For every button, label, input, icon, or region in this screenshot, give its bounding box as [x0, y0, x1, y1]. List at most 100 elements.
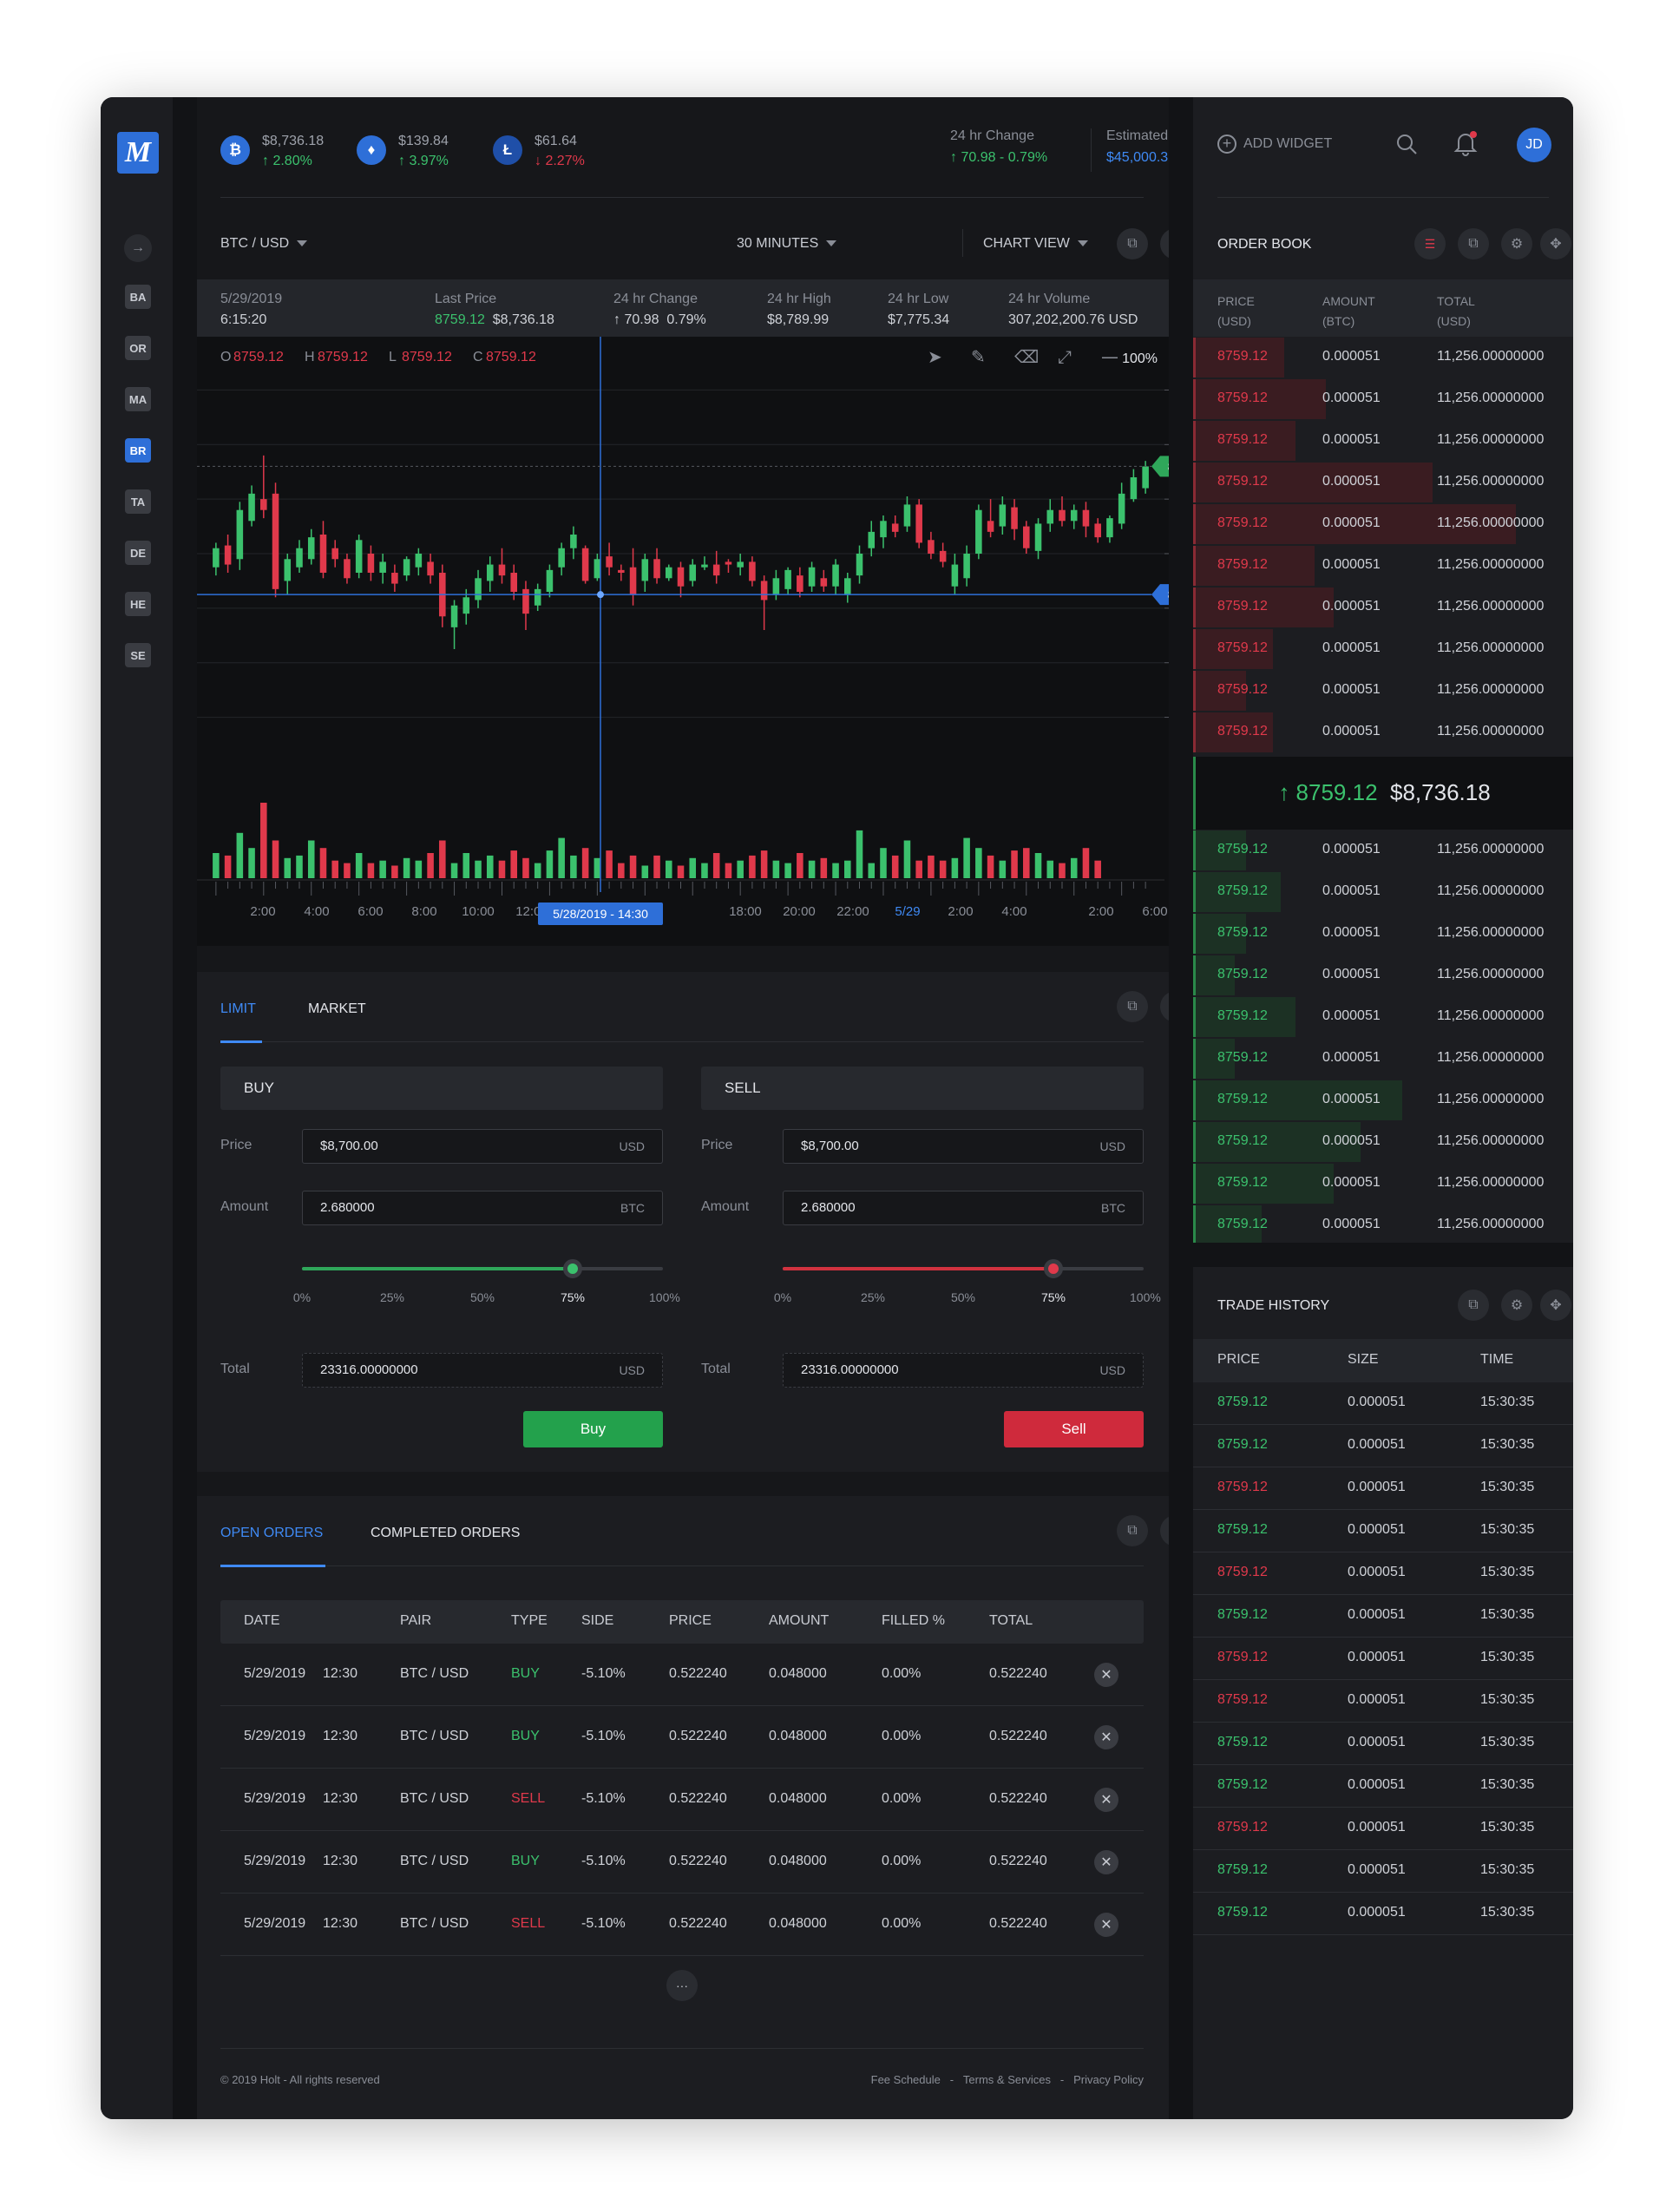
- orderbook-row[interactable]: 8759.12 0.000051 11,256.00000000: [1193, 1204, 1573, 1246]
- row-marker: [1193, 1122, 1196, 1162]
- coin-bitcoin[interactable]: ₿ $8,736.18 ↑ 2.80%: [220, 128, 351, 172]
- pencil-icon[interactable]: ✎: [971, 346, 986, 367]
- slider-tick-label[interactable]: 0%: [288, 1290, 316, 1304]
- sidebar-item-br[interactable]: BR: [125, 438, 151, 463]
- orderbook-row[interactable]: 8759.12 0.000051 11,256.00000000: [1193, 462, 1573, 503]
- list-icon[interactable]: ☰: [1414, 228, 1446, 259]
- orderbook-row[interactable]: 8759.12 0.000051 11,256.00000000: [1193, 830, 1573, 871]
- fee-schedule-link[interactable]: Fee Schedule: [871, 2073, 941, 2086]
- sidebar-item-ba[interactable]: BA: [125, 285, 151, 309]
- zoom-out-icon[interactable]: —: [1101, 346, 1118, 367]
- cancel-order-icon[interactable]: ✕: [1094, 1725, 1118, 1749]
- logo-icon[interactable]: M: [117, 132, 159, 174]
- sell-button[interactable]: Sell: [1004, 1411, 1144, 1447]
- tab-market[interactable]: MARKET: [308, 1001, 366, 1017]
- buy-slider-handle[interactable]: [563, 1259, 582, 1278]
- slider-tick-label[interactable]: 0%: [769, 1290, 797, 1304]
- popout-icon[interactable]: ⧉: [1458, 228, 1489, 259]
- sidebar-item-or[interactable]: OR: [125, 336, 151, 360]
- add-widget-button[interactable]: + ADD WIDGET: [1217, 135, 1332, 154]
- sidebar-item-ta[interactable]: TA: [125, 489, 151, 514]
- bell-icon[interactable]: [1453, 130, 1478, 156]
- orderbook-row[interactable]: 8759.12 0.000051 11,256.00000000: [1193, 996, 1573, 1038]
- sidebar-item-he[interactable]: HE: [125, 592, 151, 616]
- orderbook-row[interactable]: 8759.12 0.000051 11,256.00000000: [1193, 955, 1573, 996]
- candle-body: [296, 548, 303, 568]
- orderbook-row[interactable]: 8759.12 0.000051 11,256.00000000: [1193, 1038, 1573, 1080]
- tab-limit[interactable]: LIMIT: [220, 1001, 256, 1017]
- gear-icon[interactable]: ⚙: [1501, 1290, 1532, 1321]
- buy-button[interactable]: Buy: [523, 1411, 663, 1447]
- slider-tick-label[interactable]: 25%: [378, 1290, 406, 1304]
- privacy-link[interactable]: Privacy Policy: [1073, 2073, 1144, 2086]
- pair-selector[interactable]: BTC / USD: [220, 236, 308, 252]
- search-icon[interactable]: [1395, 133, 1418, 155]
- tab-open-orders[interactable]: OPEN ORDERS: [220, 1526, 323, 1541]
- sidebar-item-se[interactable]: SE: [125, 643, 151, 667]
- more-options-button[interactable]: ···: [666, 1970, 698, 2001]
- slider-tick-label[interactable]: 100%: [1130, 1290, 1161, 1304]
- sell-price-input[interactable]: $8,700.00 USD: [783, 1129, 1144, 1164]
- popout-icon[interactable]: ⧉: [1117, 228, 1148, 259]
- buy-total-input[interactable]: 23316.00000000 USD: [302, 1353, 663, 1388]
- move-icon[interactable]: ✥: [1540, 1290, 1571, 1321]
- cancel-order-icon[interactable]: ✕: [1094, 1850, 1118, 1874]
- cancel-order-icon[interactable]: ✕: [1094, 1663, 1118, 1687]
- coin-ethereum[interactable]: ♦ $139.84 ↑ 3.97%: [357, 128, 487, 172]
- orderbook-row[interactable]: 8759.12 0.000051 11,256.00000000: [1193, 420, 1573, 462]
- ob-price: 8759.12: [1217, 682, 1268, 697]
- sell-amount-input[interactable]: 2.680000 BTC: [783, 1191, 1144, 1225]
- price-chart[interactable]: O 8759.12 H 8759.12 L 8759.12 C 8759.12 ➤ ✎ ⌫ ⤢ —100…: [197, 337, 1224, 946]
- eraser-icon[interactable]: ⌫: [1014, 346, 1039, 367]
- buy-price-input[interactable]: $8,700.00 USD: [302, 1129, 663, 1164]
- tab-completed-orders[interactable]: COMPLETED ORDERS: [371, 1526, 520, 1541]
- trade-history-row: 8759.12 0.000051 15:30:35: [1193, 1680, 1573, 1723]
- orderbook-row[interactable]: 8759.12 0.000051 11,256.00000000: [1193, 871, 1573, 913]
- coin-litecoin[interactable]: Ł $61.64 ↓ 2.27%: [493, 128, 623, 172]
- candlestick-chart-svg[interactable]: O 8759.12 H 8759.12 L 8759.12 C 8759.12 ➤ ✎ ⌫ ⤢ —100…: [197, 337, 1224, 946]
- cursor-icon[interactable]: ➤: [928, 346, 942, 367]
- avatar[interactable]: JD: [1517, 128, 1551, 162]
- sidebar-item-ma[interactable]: MA: [125, 387, 151, 411]
- sell-total-input[interactable]: 23316.00000000 USD: [783, 1353, 1144, 1388]
- slider-tick-label[interactable]: 50%: [949, 1290, 977, 1304]
- sell-slider-handle[interactable]: [1044, 1259, 1063, 1278]
- cancel-order-icon[interactable]: ✕: [1094, 1788, 1118, 1812]
- ob-total: 11,256.00000000: [1437, 1133, 1545, 1148]
- slider-tick-label[interactable]: 75%: [1040, 1290, 1067, 1304]
- orderbook-row[interactable]: 8759.12 0.000051 11,256.00000000: [1193, 913, 1573, 955]
- orderbook-row[interactable]: 8759.12 0.000051 11,256.00000000: [1193, 503, 1573, 545]
- expand-arrow-icon[interactable]: →: [124, 234, 152, 262]
- expand-icon[interactable]: ⤢: [1058, 346, 1072, 367]
- orderbook-row[interactable]: 8759.12 0.000051 11,256.00000000: [1193, 337, 1573, 378]
- candle-body: [820, 578, 828, 587]
- orderbook-row[interactable]: 8759.12 0.000051 11,256.00000000: [1193, 587, 1573, 628]
- orderbook-row[interactable]: 8759.12 0.000051 11,256.00000000: [1193, 545, 1573, 587]
- orderbook-row[interactable]: 8759.12 0.000051 11,256.00000000: [1193, 1121, 1573, 1163]
- orderbook-row[interactable]: 8759.12 0.000051 11,256.00000000: [1193, 628, 1573, 670]
- chart-view-selector[interactable]: CHART VIEW: [983, 236, 1088, 252]
- slider-tick-label[interactable]: 100%: [649, 1290, 680, 1304]
- orderbook-row[interactable]: 8759.12 0.000051 11,256.00000000: [1193, 1080, 1573, 1121]
- gear-icon[interactable]: ⚙: [1501, 228, 1532, 259]
- buy-amount-input[interactable]: 2.680000 BTC: [302, 1191, 663, 1225]
- cancel-order-icon[interactable]: ✕: [1094, 1913, 1118, 1937]
- orderbook-row[interactable]: 8759.12 0.000051 11,256.00000000: [1193, 378, 1573, 420]
- slider-tick-label[interactable]: 75%: [559, 1290, 587, 1304]
- terms-link[interactable]: Terms & Services: [963, 2073, 1051, 2086]
- popout-icon[interactable]: ⧉: [1458, 1290, 1489, 1321]
- orderbook-spread: ↑ 8759.12 $8,736.18: [1193, 757, 1573, 830]
- popout-icon[interactable]: ⧉: [1117, 991, 1148, 1022]
- popout-icon[interactable]: ⧉: [1117, 1515, 1148, 1546]
- candle-body: [868, 531, 876, 548]
- sidebar-item-de[interactable]: DE: [125, 541, 151, 565]
- slider-tick-label[interactable]: 50%: [469, 1290, 496, 1304]
- orderbook-row[interactable]: 8759.12 0.000051 11,256.00000000: [1193, 670, 1573, 712]
- chart-date: 5/29/2019: [220, 292, 283, 306]
- orderbook-row[interactable]: 8759.12 0.000051 11,256.00000000: [1193, 1163, 1573, 1204]
- high-value: $8,789.99: [767, 312, 830, 327]
- orderbook-row[interactable]: 8759.12 0.000051 11,256.00000000: [1193, 712, 1573, 753]
- interval-selector[interactable]: 30 MINUTES: [737, 236, 837, 252]
- slider-tick-label[interactable]: 25%: [859, 1290, 887, 1304]
- move-icon[interactable]: ✥: [1540, 228, 1571, 259]
